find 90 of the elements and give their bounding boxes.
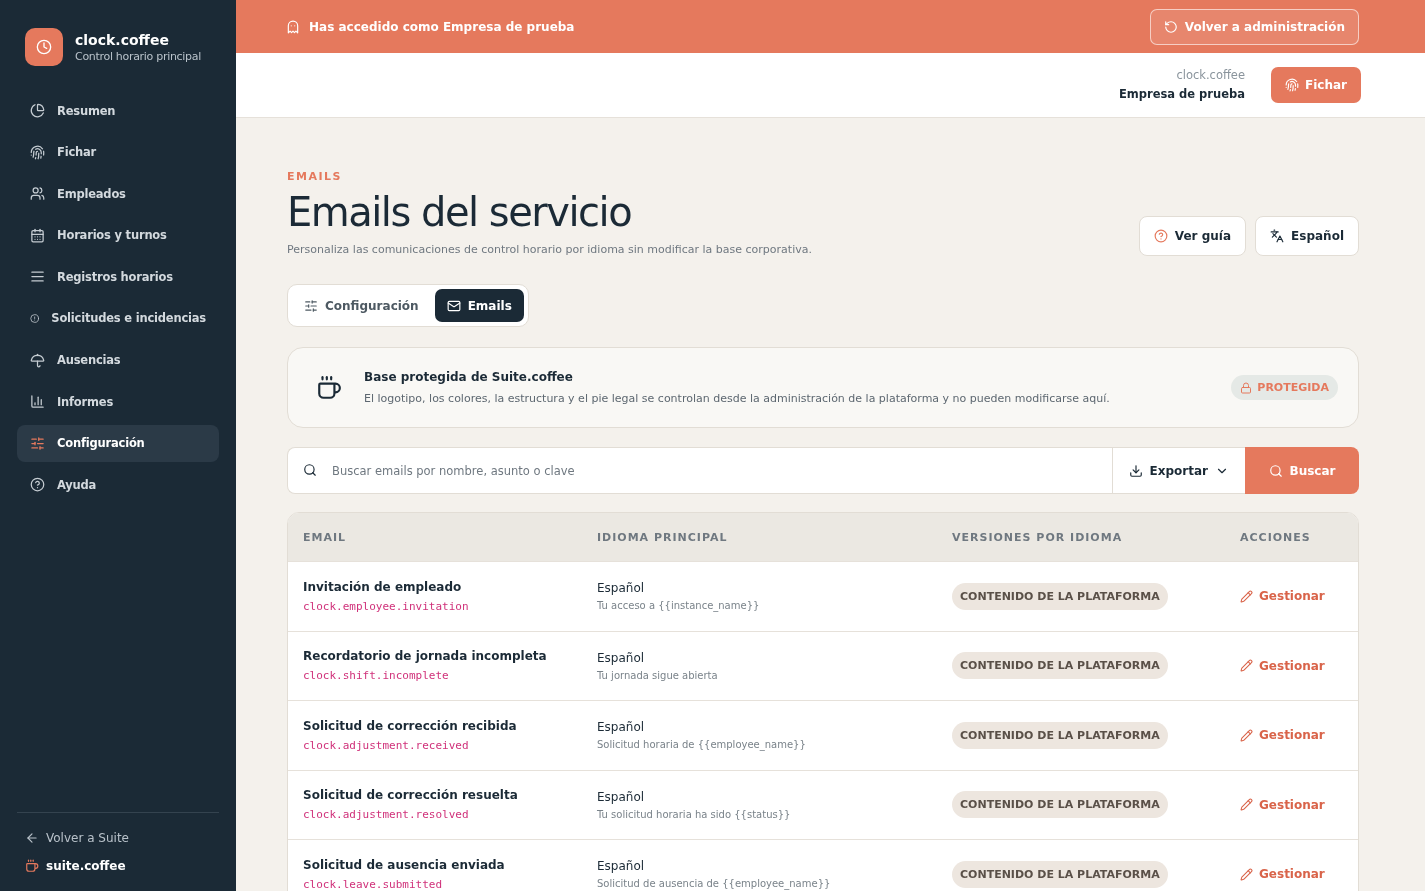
nav-item[interactable]: Configuración	[17, 424, 219, 462]
column-header: IDIOMA PRINCIPAL	[597, 530, 729, 544]
section-eyebrow: EMAILS	[287, 170, 343, 183]
nav-item[interactable]: Horarios y turnos	[17, 216, 219, 254]
guide-button[interactable]: Ver guía	[1138, 216, 1247, 256]
language-text: Español	[597, 720, 646, 735]
email-name: Solicitud de corrección resuelta	[303, 788, 519, 803]
versions-badge: CONTENIDO DE LA PLATAFORMA	[952, 860, 1168, 888]
umbrella-icon	[30, 352, 45, 368]
subject-text: Tu solicitud horaria ha sido {{status}}	[597, 808, 792, 820]
list-icon	[30, 269, 45, 285]
pencil-icon	[1240, 589, 1253, 603]
manage-link[interactable]: Gestionar	[1240, 867, 1358, 882]
email-name: Solicitud de ausencia enviada	[303, 857, 506, 872]
nav-item[interactable]: Registros horarios	[17, 258, 219, 296]
search-icon	[1268, 463, 1283, 478]
users-icon	[30, 186, 45, 202]
brand-subtitle: Control horario principal	[75, 49, 201, 63]
notice-title: Base protegida de Suite.coffee	[364, 370, 574, 384]
language-text: Español	[597, 581, 646, 596]
column-header: EMAIL	[303, 530, 348, 544]
banner-text: Has accedido como Empresa de prueba	[309, 19, 575, 34]
suite-name: suite.coffee	[46, 859, 126, 873]
clock-icon	[36, 39, 52, 55]
nav-item[interactable]: Solicitudes e incidencias	[17, 299, 219, 337]
versions-badge: CONTENIDO DE LA PLATAFORMA	[952, 791, 1168, 819]
email-name: Invitación de empleado	[303, 579, 463, 594]
calendar-icon	[30, 227, 45, 243]
help-icon	[1153, 229, 1168, 243]
back-link[interactable]: Volver a Suite	[25, 831, 211, 845]
page-title: Emails del servicio	[287, 189, 633, 235]
email-key: clock.leave.submitted	[303, 877, 597, 891]
column-header: VERSIONES POR IDIOMA	[952, 530, 1124, 544]
pie-chart-icon	[30, 103, 45, 118]
column-header: ACCIONES	[1240, 530, 1312, 544]
company-name: Empresa de prueba	[1118, 86, 1245, 103]
nav-item[interactable]: Ausencias	[17, 341, 219, 379]
language-text: Español	[597, 789, 646, 804]
manage-link[interactable]: Gestionar	[1240, 797, 1358, 812]
language-icon	[1270, 229, 1285, 243]
tab[interactable]: Emails	[434, 289, 524, 322]
nav-item[interactable]: Empleados	[17, 175, 219, 213]
subject-text: Solicitud de ausencia de {{employee_name}}	[597, 878, 832, 890]
language-text: Español	[597, 859, 646, 874]
help-icon	[30, 477, 45, 493]
fingerprint-icon	[1285, 78, 1299, 92]
language-text: Español	[597, 650, 646, 665]
cup-icon	[25, 859, 39, 873]
email-key: clock.employee.invitation	[303, 599, 597, 613]
pencil-icon	[1240, 728, 1253, 742]
email-name: Recordatorio de jornada incompleta	[303, 649, 548, 664]
download-icon	[1128, 463, 1143, 478]
fingerprint-icon	[30, 144, 45, 160]
pencil-icon	[1240, 659, 1253, 673]
manage-link[interactable]: Gestionar	[1240, 728, 1358, 743]
email-key: clock.adjustment.resolved	[303, 808, 597, 822]
notice-text: El logotipo, los colores, la estructura y el pie legal se controlan desde la administración de la plataforma y no pueden modificarse aquí.	[364, 392, 1110, 405]
sliders-icon	[30, 435, 45, 451]
nav-item[interactable]: Ayuda	[17, 466, 219, 504]
tab[interactable]: Configuración	[292, 289, 431, 322]
mail-icon	[446, 298, 461, 313]
cup-icon	[316, 374, 342, 401]
versions-badge: CONTENIDO DE LA PLATAFORMA	[952, 652, 1168, 680]
undo-icon	[1163, 19, 1178, 34]
language-button[interactable]: Español	[1255, 216, 1359, 256]
versions-badge: CONTENIDO DE LA PLATAFORMA	[952, 721, 1168, 749]
subject-text: Solicitud horaria de {{employee_name}}	[597, 739, 807, 751]
brand-name: clock.coffee	[75, 31, 170, 48]
search-field[interactable]: Buscar emails por nombre, asunto o clave	[287, 447, 1112, 494]
subject-text: Tu acceso a {{instance_name}}	[597, 600, 761, 612]
subject-text: Tu jornada sigue abierta	[597, 669, 719, 681]
email-name: Solicitud de corrección recibida	[303, 718, 518, 733]
manage-link[interactable]: Gestionar	[1240, 658, 1358, 673]
nav-item[interactable]: Resumen	[17, 92, 219, 129]
versions-badge: CONTENIDO DE LA PLATAFORMA	[952, 582, 1168, 610]
bar-chart-icon	[30, 394, 45, 410]
nav-item[interactable]: Informes	[17, 383, 219, 421]
email-key: clock.adjustment.received	[303, 738, 597, 752]
pencil-icon	[1240, 867, 1253, 881]
lock-icon	[1240, 381, 1253, 394]
pencil-icon	[1240, 798, 1253, 812]
search-icon	[303, 463, 317, 477]
status-badge: PROTEGIDA	[1231, 375, 1338, 400]
manage-link[interactable]: Gestionar	[1240, 589, 1358, 604]
app-name: clock.coffee	[1175, 67, 1245, 84]
email-key: clock.shift.incomplete	[303, 669, 597, 683]
sliders-icon	[304, 298, 318, 313]
export-button[interactable]: Exportar	[1111, 447, 1245, 494]
page-description: Personaliza las comunicaciones de control horario por idioma sin modificar la base corporativa.	[287, 243, 812, 256]
nav-item[interactable]: Fichar	[17, 133, 219, 171]
